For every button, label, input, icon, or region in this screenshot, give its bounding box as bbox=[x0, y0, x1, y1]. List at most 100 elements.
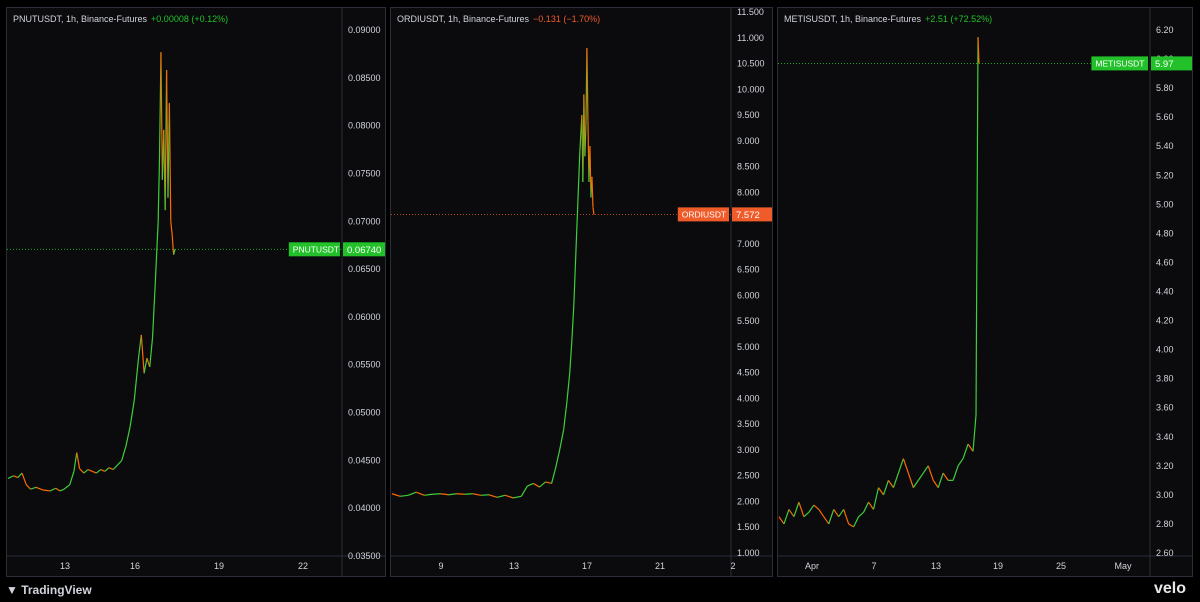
price-segment bbox=[586, 48, 589, 121]
tradingview-label: TradingView bbox=[21, 583, 92, 597]
y-tick-label: 8.500 bbox=[737, 162, 760, 172]
chart-panel-pnut[interactable]: PNUTUSDT, 1h, Binance-Futures +0.00008 (+… bbox=[6, 7, 386, 577]
x-tick-label: 9 bbox=[438, 561, 443, 571]
chart-svg[interactable]: 11.500 11.000 10.500 10.000 9.500 9.000 8.500 8… bbox=[391, 8, 773, 577]
y-tick-label: 2.000 bbox=[737, 496, 760, 506]
price-segment bbox=[902, 458, 909, 474]
y-tick-label: 0.03500 bbox=[348, 551, 381, 561]
price-segment bbox=[35, 486, 44, 491]
price-segment bbox=[563, 403, 568, 430]
velo-logo: velo bbox=[1153, 580, 1186, 597]
x-tick-label: 13 bbox=[931, 561, 941, 571]
x-tick-label: 16 bbox=[130, 561, 140, 571]
tradingview-icon: ▼ bbox=[6, 583, 22, 597]
x-tick-label: Apr bbox=[805, 561, 819, 571]
price-segment bbox=[117, 460, 123, 466]
price-segment bbox=[140, 334, 145, 374]
price-segment bbox=[125, 426, 131, 447]
y-tick-label: 5.60 bbox=[1156, 112, 1174, 122]
price-segment bbox=[569, 341, 573, 373]
price-segment bbox=[424, 493, 433, 496]
y-tick-label: 5.500 bbox=[737, 316, 760, 326]
price-segment bbox=[170, 221, 173, 236]
price-segment bbox=[157, 154, 161, 222]
price-segment bbox=[872, 487, 880, 510]
price-segment bbox=[975, 37, 979, 415]
y-tick-label: 4.00 bbox=[1156, 345, 1174, 355]
price-segment bbox=[555, 449, 561, 469]
price-segment bbox=[545, 481, 552, 485]
price-segment bbox=[843, 509, 850, 525]
price-segment bbox=[13, 475, 19, 479]
price-segment bbox=[838, 509, 845, 518]
y-tick-label: 0.09000 bbox=[348, 25, 381, 35]
y-tick-label: 3.00 bbox=[1156, 490, 1174, 500]
chart-title: PNUTUSDT, 1h, Binance-Futures bbox=[13, 14, 148, 24]
y-tick-label: 4.000 bbox=[737, 393, 760, 403]
price-segment bbox=[129, 399, 135, 427]
price-segment bbox=[440, 493, 449, 496]
y-tick-label: 3.80 bbox=[1156, 374, 1174, 384]
price-segment bbox=[513, 495, 522, 499]
x-tick-label: 19 bbox=[214, 561, 224, 571]
price-segment bbox=[957, 458, 964, 467]
tradingview-logo[interactable]: ▼ TradingView bbox=[6, 583, 92, 597]
x-tick-label: 22 bbox=[298, 561, 308, 571]
y-tick-label: 1.000 bbox=[737, 548, 760, 558]
price-segment bbox=[892, 472, 899, 488]
price-segment bbox=[878, 487, 884, 496]
price-segment bbox=[788, 509, 795, 518]
price-segment bbox=[932, 480, 939, 488]
chart-header: METISUSDT, 1h, Binance-Futures +2.51 (+72… bbox=[784, 14, 992, 24]
y-tick-label: 4.60 bbox=[1156, 257, 1174, 267]
price-segment bbox=[592, 207, 595, 215]
price-tag-text: 5.97 bbox=[1155, 59, 1174, 70]
price-segment bbox=[571, 305, 575, 342]
price-segment bbox=[149, 337, 154, 368]
price-segment bbox=[575, 202, 579, 255]
x-tick-label: May bbox=[1114, 561, 1132, 571]
x-tick-label: 17 bbox=[582, 561, 592, 571]
price-segment bbox=[912, 480, 919, 488]
y-tick-label: 3.20 bbox=[1156, 461, 1174, 471]
chart-svg[interactable]: 0.09000 0.08500 0.08000 0.07500 0.07000 0.065… bbox=[7, 8, 386, 577]
price-segment bbox=[527, 482, 534, 487]
price-segment bbox=[25, 484, 31, 490]
price-segment bbox=[803, 511, 810, 518]
y-tick-label: 8.000 bbox=[737, 187, 760, 197]
price-segment bbox=[823, 516, 830, 525]
chart-panel-ordi[interactable]: ORDIUSDT, 1h, Binance-Futures −0.131 (−1.… bbox=[390, 7, 773, 577]
chart-panel-metis[interactable]: METISUSDT, 1h, Binance-Futures +2.51 (+72… bbox=[777, 7, 1193, 577]
y-tick-label: 0.06000 bbox=[348, 312, 381, 322]
chart-svg[interactable]: 6.206.005.805.605.405.205.004.804.604.40… bbox=[778, 8, 1193, 577]
y-tick-label: 4.500 bbox=[737, 368, 760, 378]
price-segment bbox=[17, 472, 23, 478]
price-segment bbox=[887, 480, 894, 488]
y-tick-label: 0.05000 bbox=[348, 408, 381, 418]
y-tick-label: 3.500 bbox=[737, 419, 760, 429]
price-segment bbox=[133, 358, 140, 401]
price-segment bbox=[400, 494, 409, 497]
price-segment bbox=[7, 475, 14, 479]
price-segment bbox=[818, 509, 825, 518]
price-segment bbox=[848, 523, 854, 528]
chart-title: METISUSDT, 1h, Binance-Futures bbox=[784, 14, 922, 24]
price-segment bbox=[813, 504, 820, 510]
symbol-tag-text: ORDIUSDT bbox=[682, 209, 726, 219]
y-tick-label: 2.60 bbox=[1156, 548, 1174, 558]
chart-change: +0.00008 (+0.12%) bbox=[151, 14, 229, 24]
price-segment bbox=[793, 501, 800, 517]
x-tick-label: 13 bbox=[60, 561, 70, 571]
price-segment bbox=[858, 511, 864, 518]
price-segment bbox=[55, 487, 61, 492]
symbol-tag-text: PNUTUSDT bbox=[293, 244, 339, 254]
price-segment bbox=[76, 452, 81, 469]
price-segment bbox=[79, 468, 85, 474]
price-segment bbox=[83, 469, 89, 474]
price-segment bbox=[87, 468, 93, 472]
y-tick-label: 3.60 bbox=[1156, 403, 1174, 413]
x-tick-label: 2 bbox=[730, 561, 735, 571]
y-tick-label: 0.05500 bbox=[348, 360, 381, 370]
price-segment bbox=[407, 491, 417, 496]
price-segment bbox=[550, 467, 557, 484]
